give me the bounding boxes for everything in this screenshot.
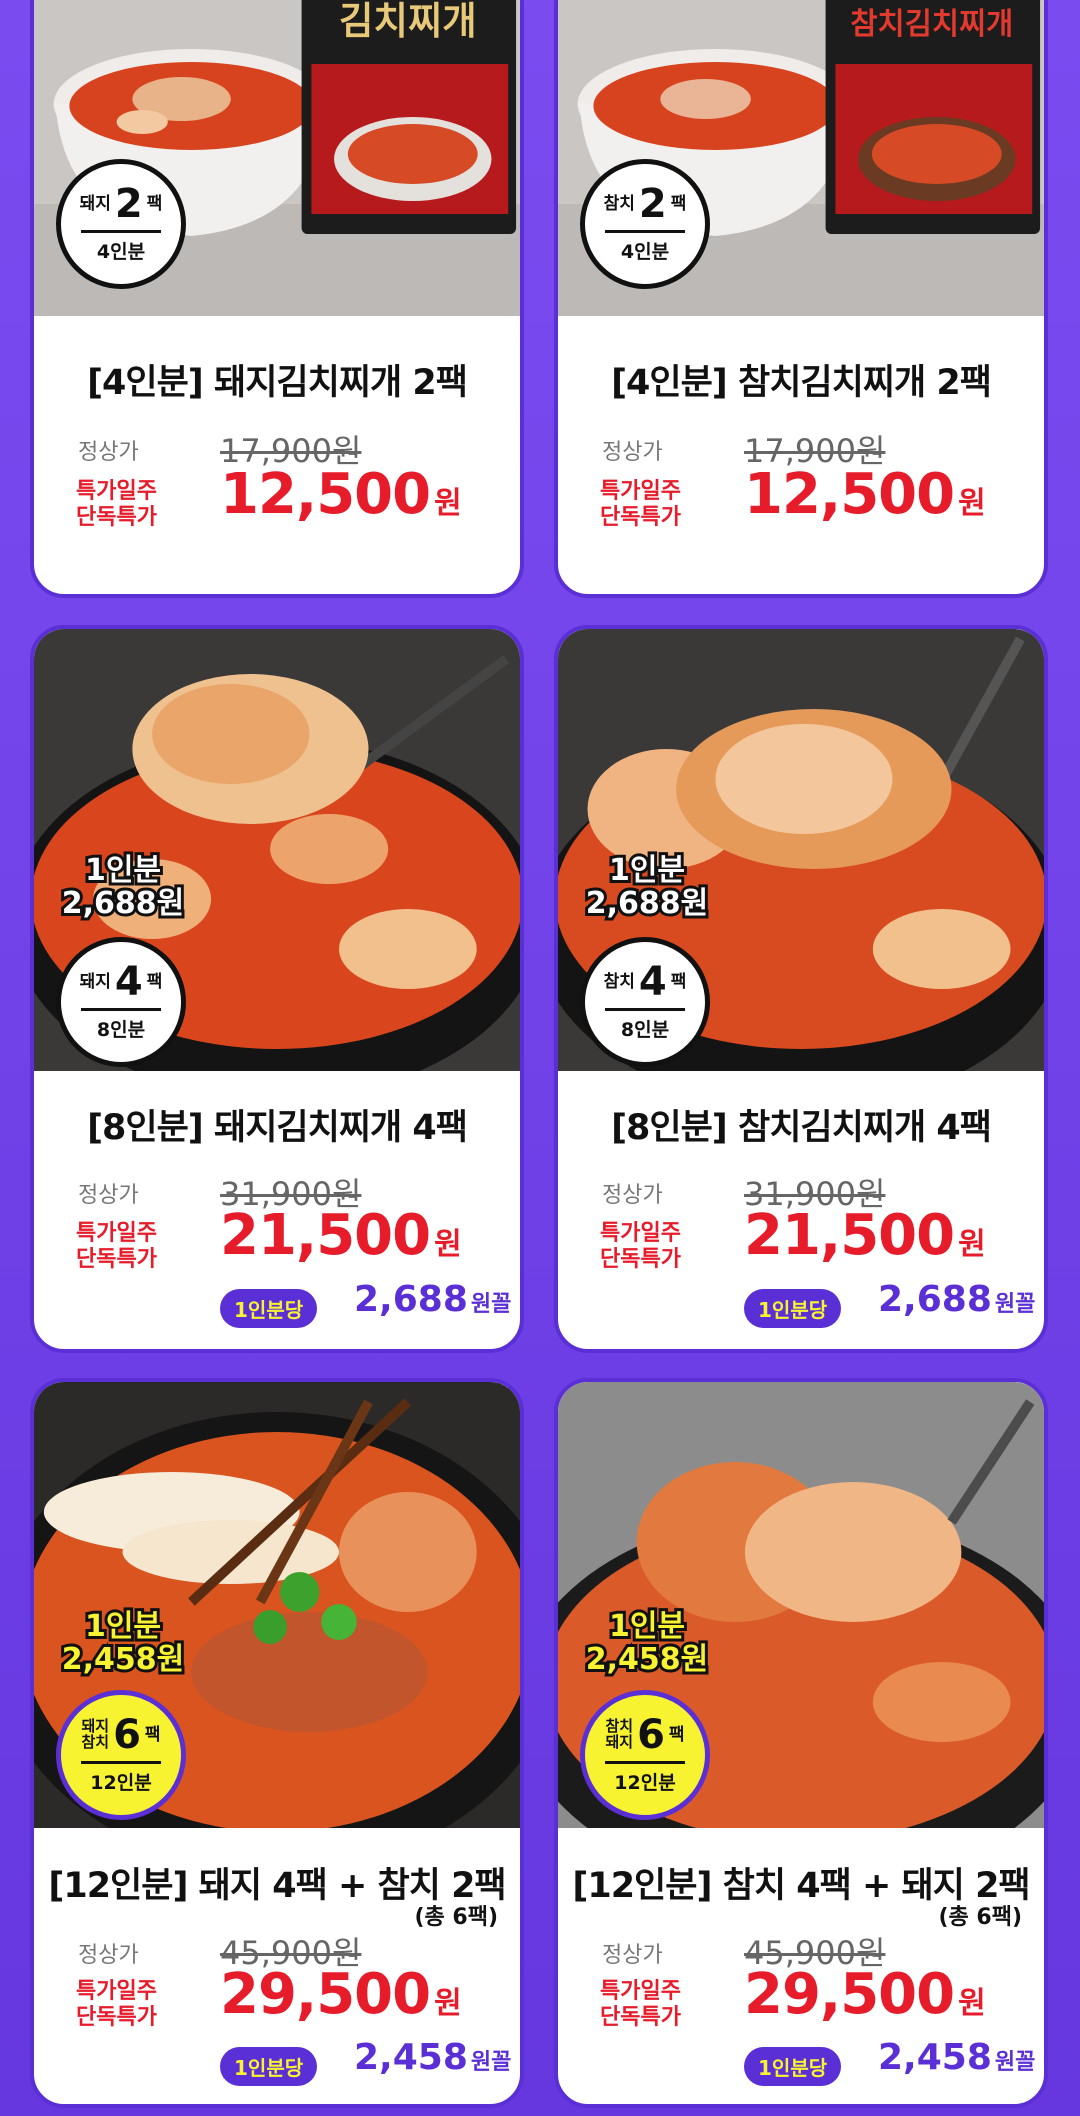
product-title[interactable]: [4인분] 돼지김치찌개 2팩 — [34, 354, 520, 405]
sale-label: 특가일주 단독특가 — [600, 479, 681, 531]
product-title[interactable]: [8인분] 돼지김치찌개 4팩 — [34, 1099, 520, 1150]
sale-label: 특가일주 단독특가 — [76, 479, 157, 531]
sale-price: 12,500 원 — [744, 462, 986, 527]
per-serving-price: 2,688 원꼴 — [878, 1279, 1036, 1320]
per-serving-pill: 1인분당 — [220, 2047, 318, 2086]
sale-price: 12,500 원 — [220, 462, 462, 527]
package-label: 김치찌개 — [339, 0, 477, 43]
per-serving-pill: 1인분당 — [220, 1289, 318, 1328]
per-serving-price: 2,688 원꼴 — [354, 1279, 512, 1320]
sale-price: 21,500 원 — [744, 1203, 986, 1268]
sale-price: 29,500 원 — [220, 1962, 462, 2027]
per-serving-price: 2,458 원꼴 — [878, 2037, 1036, 2078]
package-label: 참치김치찌개 — [850, 7, 1013, 42]
per-serving-price: 2,458 원꼴 — [354, 2037, 512, 2078]
regular-price-label: 정상가 — [78, 440, 139, 465]
regular-price-label: 정상가 — [602, 1183, 663, 1208]
per-serving-pill: 1인분당 — [744, 1289, 842, 1328]
regular-price-label: 정상가 — [78, 1943, 139, 1968]
product-title[interactable]: [4인분] 참치김치찌개 2팩 — [558, 354, 1044, 405]
product-card-pork-4[interactable]: 김치찌개 돼지 2 팩 4인분 [4인분] 돼지김치찌개 2팩 정상가 17,900… — [30, 0, 524, 598]
pack-badge: 돼지 4 팩 8인분 — [56, 937, 186, 1067]
sale-price: 29,500 원 — [744, 1962, 986, 2027]
product-card-mixed-tuna[interactable]: 1인분 2,458원 참치 돼지 6 팩 12인분 [12인분] 참치 4팩 + 돼지 … — [554, 1378, 1048, 2108]
unit-price-callout: 1인분 2,458원 — [583, 1607, 712, 1679]
product-grid: 김치찌개 돼지 2 팩 4인분 [4인분] 돼지김치찌개 2팩 정상가 17,900… — [0, 0, 1080, 2116]
unit-price-callout: 1인분 2,688원 — [59, 851, 188, 923]
product-title[interactable]: [8인분] 참치김치찌개 4팩 — [558, 1099, 1044, 1150]
pack-badge: 참치 4 팩 8인분 — [580, 937, 710, 1067]
pack-badge: 돼지 참치 6 팩 12인분 — [56, 1690, 186, 1820]
product-card-tuna-8[interactable]: 1인분 2,688원 참치 4 팩 8인분 [8인분] 참치김치찌개 4팩 정상가 3… — [554, 625, 1048, 1353]
unit-price-callout: 1인분 2,688원 — [583, 851, 712, 923]
product-card-pork-8[interactable]: 1인분 2,688원 돼지 4 팩 8인분 [8인분] 돼지김치찌개 4팩 정상가 3… — [30, 625, 524, 1353]
regular-price-label: 정상가 — [78, 1183, 139, 1208]
sale-label: 특가일주 단독특가 — [76, 1979, 157, 2031]
regular-price-label: 정상가 — [602, 440, 663, 465]
total-pack-note: (총 6팩) — [414, 1905, 498, 1930]
regular-price-label: 정상가 — [602, 1943, 663, 1968]
sale-label: 특가일주 단독특가 — [76, 1221, 157, 1273]
sale-label: 특가일주 단독특가 — [600, 1979, 681, 2031]
sale-price: 21,500 원 — [220, 1203, 462, 1268]
pack-badge: 참치 2 팩 4인분 — [580, 159, 710, 289]
pack-badge: 참치 돼지 6 팩 12인분 — [580, 1690, 710, 1820]
product-card-tuna-4[interactable]: 참치김치찌개 참치 2 팩 4인분 [4인분] 참치김치찌개 2팩 정상가 17,9… — [554, 0, 1048, 598]
pack-badge: 돼지 2 팩 4인분 — [56, 159, 186, 289]
per-serving-pill: 1인분당 — [744, 2047, 842, 2086]
total-pack-note: (총 6팩) — [938, 1905, 1022, 1930]
product-card-mixed-pork[interactable]: 1인분 2,458원 돼지 참치 6 팩 12인분 [12인분] 돼지 4팩 + 참치 … — [30, 1378, 524, 2108]
unit-price-callout: 1인분 2,458원 — [59, 1607, 188, 1679]
sale-label: 특가일주 단독특가 — [600, 1221, 681, 1273]
